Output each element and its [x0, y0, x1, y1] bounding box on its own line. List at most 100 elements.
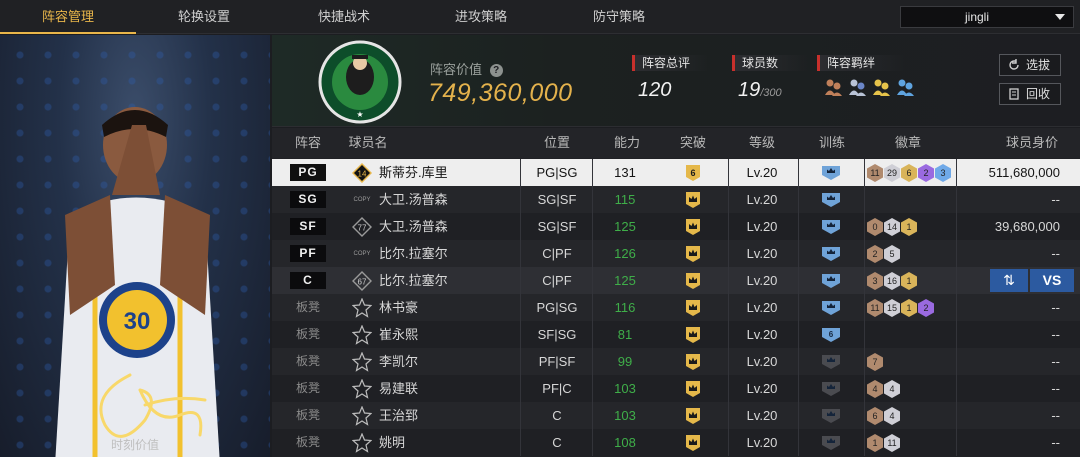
player-name[interactable]: 斯蒂芬.库里	[379, 159, 448, 186]
crown-icon[interactable]	[684, 434, 702, 452]
player-name[interactable]: 王治郅	[379, 402, 418, 429]
bond-icon-bronze[interactable]	[823, 77, 843, 97]
player-name[interactable]: 崔永熙	[379, 321, 418, 348]
table-row[interactable]: 板凳 姚明 C 108 Lv.20 1 11 --	[272, 429, 1080, 456]
badge-chip[interactable]: 0	[867, 218, 883, 236]
table-row[interactable]: PG 14 斯蒂芬.库里 PG|SG 131 6 Lv.20 11 29 6 2 3 511,680,0…	[272, 159, 1080, 186]
badge-chip[interactable]: 2	[918, 164, 934, 182]
badge-chip[interactable]: 1	[901, 272, 917, 290]
player-level: Lv.20	[746, 192, 778, 207]
crown-icon[interactable]	[684, 353, 702, 371]
training-level-icon[interactable]: 6	[821, 327, 841, 343]
col-worth[interactable]: 球员身价	[992, 128, 1072, 158]
tab-lineup[interactable]: 阵容管理	[0, 0, 136, 34]
badge-chip[interactable]: 1	[867, 434, 883, 452]
player-name[interactable]: 比尔.拉塞尔	[379, 267, 448, 294]
training-icon[interactable]	[821, 219, 841, 235]
badge-chip[interactable]: 1	[901, 299, 917, 317]
badge-chip[interactable]: 11	[867, 299, 883, 317]
badge-chip[interactable]: 11	[884, 434, 900, 452]
tab-offense[interactable]: 进攻策略	[413, 0, 549, 34]
training-icon[interactable]	[821, 246, 841, 262]
player-ability: 103	[614, 381, 636, 396]
badge-chip[interactable]: 4	[884, 407, 900, 425]
crown-icon[interactable]	[684, 272, 702, 290]
player-name[interactable]: 比尔.拉塞尔	[379, 240, 448, 267]
col-name[interactable]: 球员名	[348, 128, 388, 158]
badge-chip[interactable]: 3	[867, 272, 883, 290]
training-icon[interactable]	[821, 354, 841, 370]
training-icon[interactable]	[821, 300, 841, 316]
column-divider	[798, 267, 799, 294]
badge-chip[interactable]: 2	[918, 299, 934, 317]
training-icon[interactable]	[821, 165, 841, 181]
crown-icon[interactable]	[684, 407, 702, 425]
training-icon[interactable]	[821, 408, 841, 424]
badge-chip[interactable]: 11	[867, 164, 883, 182]
badge-chip[interactable]: 5	[884, 245, 900, 263]
badge-chip[interactable]: 29	[884, 164, 900, 182]
badge-chip[interactable]: 16	[884, 272, 900, 290]
crown-icon[interactable]	[684, 299, 702, 317]
crown-icon[interactable]	[684, 218, 702, 236]
col-level[interactable]: 等级	[727, 128, 797, 158]
col-lineup[interactable]: 阵容	[272, 128, 344, 158]
table-row[interactable]: 板凳 王治郅 C 103 Lv.20 6 4 --	[272, 402, 1080, 429]
help-icon[interactable]: ?	[489, 64, 503, 78]
training-icon[interactable]	[821, 273, 841, 289]
bond-icon-gold[interactable]	[871, 77, 891, 97]
badge-chip[interactable]: 4	[884, 380, 900, 398]
badge-chip[interactable]: 15	[884, 299, 900, 317]
player-card-art[interactable]: 30 时刻价值	[0, 35, 270, 457]
training-icon[interactable]	[821, 381, 841, 397]
table-row[interactable]: C 67 比尔.拉塞尔 C|PF 125 Lv.20 3 16 1 ⇅ VS	[272, 267, 1080, 294]
column-divider	[864, 186, 865, 213]
col-training[interactable]: 训练	[797, 128, 867, 158]
account-dropdown[interactable]: jingli	[900, 6, 1074, 28]
badge-chip[interactable]: 6	[901, 164, 917, 182]
table-row[interactable]: SF 77 大卫.汤普森 SG|SF 125 Lv.20 0 14 1 39,680,000	[272, 213, 1080, 240]
training-icon[interactable]	[821, 192, 841, 208]
table-row[interactable]: 板凳 易建联 PF|C 103 Lv.20 4 4 --	[272, 375, 1080, 402]
badge-chip[interactable]: 2	[867, 245, 883, 263]
table-row[interactable]: 板凳 林书豪 PG|SG 116 Lv.20 11 15 1 2 --	[272, 294, 1080, 321]
badge-chip[interactable]: 6	[867, 407, 883, 425]
badge-chip[interactable]: 14	[884, 218, 900, 236]
player-worth: --	[1051, 300, 1060, 315]
table-row[interactable]: SG COPY 大卫.汤普森 SG|SF 115 Lv.20 --	[272, 186, 1080, 213]
badge-chip[interactable]: 4	[867, 380, 883, 398]
player-name[interactable]: 李凯尔	[379, 348, 418, 375]
tab-defense[interactable]: 防守策略	[551, 0, 687, 34]
bond-icon-silver[interactable]	[847, 77, 867, 97]
player-name[interactable]: 林书豪	[379, 294, 418, 321]
player-worth: --	[1051, 246, 1060, 261]
badge-chip[interactable]: 3	[935, 164, 951, 182]
breakthrough-icon[interactable]: 6	[684, 164, 702, 182]
crown-icon[interactable]	[684, 380, 702, 398]
table-row[interactable]: 板凳 崔永熙 SF|SG 81 Lv.20 6 --	[272, 321, 1080, 348]
player-name[interactable]: 大卫.汤普森	[379, 186, 448, 213]
crown-icon[interactable]	[684, 191, 702, 209]
select-button-label: 选拔	[1026, 58, 1051, 72]
crown-icon[interactable]	[684, 245, 702, 263]
vs-button[interactable]: VS	[1030, 269, 1074, 292]
crown-icon[interactable]	[684, 326, 702, 344]
tab-tactics[interactable]: 快捷战术	[276, 0, 412, 34]
training-icon[interactable]	[821, 435, 841, 451]
col-breakthrough[interactable]: 突破	[658, 128, 728, 158]
badge-chip[interactable]: 1	[901, 218, 917, 236]
badge-chip[interactable]: 7	[867, 353, 883, 371]
player-name[interactable]: 大卫.汤普森	[379, 213, 448, 240]
player-name[interactable]: 易建联	[379, 375, 418, 402]
player-name[interactable]: 姚明	[379, 429, 405, 456]
col-badges[interactable]: 徽章	[872, 128, 944, 158]
tab-rotation[interactable]: 轮换设置	[136, 0, 272, 34]
swap-icon[interactable]: ⇅	[990, 269, 1028, 292]
select-button[interactable]: 选拔	[999, 54, 1061, 76]
bond-icon-blue[interactable]	[895, 77, 915, 97]
col-ability[interactable]: 能力	[592, 128, 662, 158]
col-position[interactable]: 位置	[522, 128, 592, 158]
recycle-button[interactable]: 回收	[999, 83, 1061, 105]
table-row[interactable]: PF COPY 比尔.拉塞尔 C|PF 126 Lv.20 2 5 --	[272, 240, 1080, 267]
table-row[interactable]: 板凳 李凯尔 PF|SF 99 Lv.20 7 --	[272, 348, 1080, 375]
